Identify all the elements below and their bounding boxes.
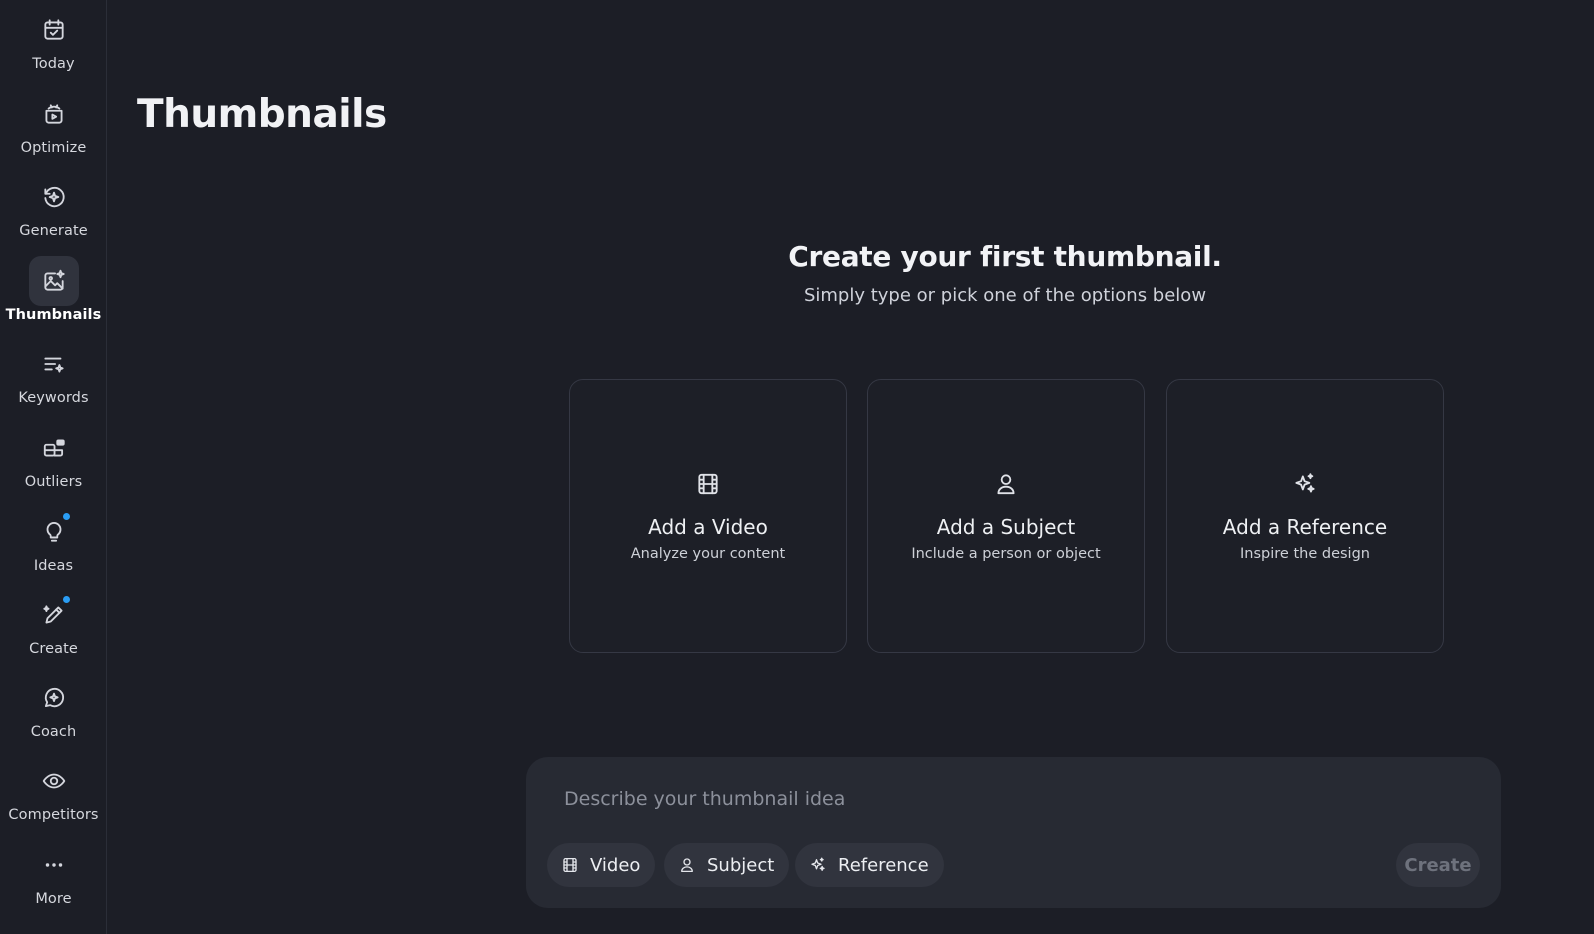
pen-sparkle-icon xyxy=(29,590,79,640)
subject-chip-button[interactable]: Subject xyxy=(664,843,790,887)
sidebar-item-label: Thumbnails xyxy=(5,307,102,323)
create-button[interactable]: Create xyxy=(1396,843,1480,887)
prompt-composer: Video Subject Reference Create xyxy=(526,757,1501,908)
sidebar-item-label: Coach xyxy=(30,724,77,740)
sidebar-item-outliers[interactable]: Outliers xyxy=(0,423,107,503)
sidebar-item-thumbnails[interactable]: Thumbnails xyxy=(0,256,107,336)
sidebar-item-create[interactable]: Create xyxy=(0,590,107,670)
sidebar-item-label: Generate xyxy=(19,223,88,239)
thumbnail-idea-input[interactable] xyxy=(562,781,1446,817)
card-description: Inspire the design xyxy=(1240,545,1370,562)
card-description: Include a person or object xyxy=(911,545,1101,562)
card-description: Analyze your content xyxy=(630,545,786,562)
person-icon xyxy=(997,473,1015,494)
image-sparkle-icon xyxy=(28,256,79,306)
page-title: Thumbnails xyxy=(137,92,387,137)
film-icon xyxy=(698,473,718,494)
chip-label: Video xyxy=(590,854,641,876)
app-window: Today Optimize Generate Thumbnails Keywo xyxy=(0,0,1594,934)
notification-dot xyxy=(62,596,70,603)
add-subject-card[interactable]: Add a Subject Include a person or object xyxy=(867,379,1145,653)
chat-sparkle-icon xyxy=(29,673,79,723)
lightbulb-icon xyxy=(29,507,79,557)
notification-dot xyxy=(62,513,70,520)
sidebar-item-label: Competitors xyxy=(8,807,99,823)
eye-icon xyxy=(29,756,79,806)
more-dots-icon xyxy=(29,840,79,890)
sidebar-item-optimize[interactable]: Optimize xyxy=(0,89,107,169)
outliers-icon xyxy=(29,423,79,473)
sidebar-item-label: Outliers xyxy=(24,474,83,490)
generate-icon xyxy=(29,172,79,222)
sparkles-icon xyxy=(811,857,825,871)
sidebar-item-generate[interactable]: Generate xyxy=(0,172,107,252)
chip-label: Reference xyxy=(838,854,929,876)
sidebar-item-label: Optimize xyxy=(20,140,87,156)
add-video-card[interactable]: Add a Video Analyze your content xyxy=(569,379,847,653)
card-title: Add a Subject xyxy=(936,514,1076,539)
sidebar-item-competitors[interactable]: Competitors xyxy=(0,756,107,836)
sidebar-item-label: Today xyxy=(32,56,75,72)
chip-label: Subject xyxy=(707,854,775,876)
person-icon xyxy=(681,858,693,873)
card-title: Add a Reference xyxy=(1222,514,1388,539)
video-chip-button[interactable]: Video xyxy=(547,843,656,887)
sidebar-item-label: Keywords xyxy=(18,390,89,406)
card-title: Add a Video xyxy=(648,514,768,539)
hero-title: Create your first thumbnail. xyxy=(788,240,1222,273)
sidebar-item-keywords[interactable]: Keywords xyxy=(0,339,107,419)
optimize-icon xyxy=(29,89,79,139)
sidebar-item-coach[interactable]: Coach xyxy=(0,673,107,753)
hero-subtitle: Simply type or pick one of the options b… xyxy=(803,285,1207,306)
sidebar-item-more[interactable]: More xyxy=(0,840,107,920)
sidebar-item-today[interactable]: Today xyxy=(0,5,107,85)
film-icon xyxy=(563,857,577,873)
empty-state-hero: Create your first thumbnail. Simply type… xyxy=(520,240,1490,306)
sidebar-item-label: Create xyxy=(29,641,78,657)
sidebar: Today Optimize Generate Thumbnails Keywo xyxy=(0,0,107,934)
reference-chip-button[interactable]: Reference xyxy=(795,843,944,887)
sidebar-item-ideas[interactable]: Ideas xyxy=(0,507,107,587)
calendar-check-icon xyxy=(29,5,79,55)
sparkles-icon xyxy=(1295,472,1315,493)
add-reference-card[interactable]: Add a Reference Inspire the design xyxy=(1166,379,1444,653)
sidebar-item-label: Ideas xyxy=(33,558,74,574)
sidebar-item-label: More xyxy=(35,891,72,907)
keywords-icon xyxy=(29,339,79,389)
